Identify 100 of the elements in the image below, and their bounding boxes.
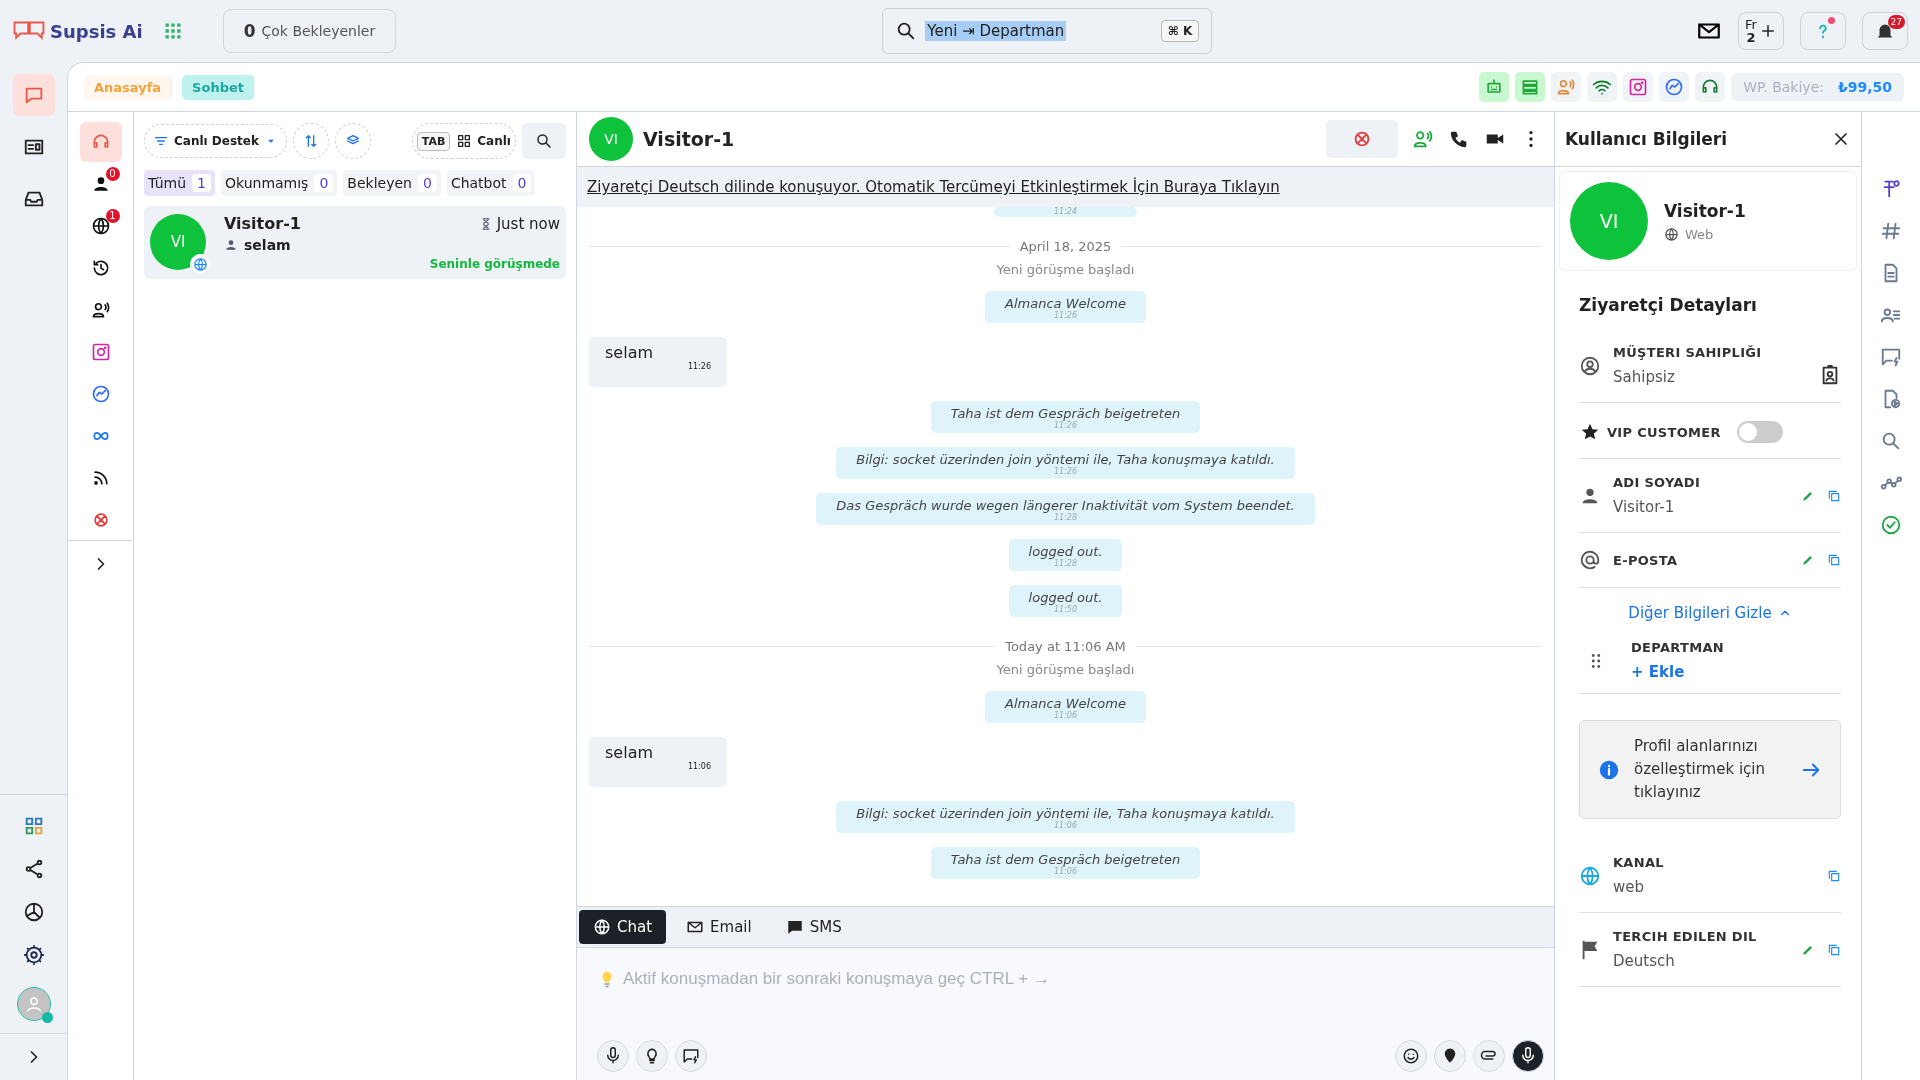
customize-profile-card[interactable]: Profil alanlarınızı özelleştirmek için tıklayınız [1579, 720, 1841, 819]
help-button[interactable] [1800, 12, 1846, 50]
toggle-switch[interactable] [1736, 421, 1783, 443]
system-note: Yeni görüşme başladı [996, 662, 1135, 677]
section-title: Ziyaretçi Detayları [1579, 295, 1758, 315]
voice-button[interactable] [597, 1040, 629, 1072]
search-button[interactable] [522, 123, 566, 159]
quick-reply-button[interactable] [675, 1040, 707, 1072]
search-field[interactable]: Yeni ⇥ Departman ⌘ K [882, 8, 1213, 54]
emoji-button[interactable] [1395, 1040, 1427, 1072]
field-value: Visitor-1 [1613, 498, 1676, 516]
chat-bolt-icon [682, 1047, 700, 1065]
tab-key-badge: TAB [416, 131, 451, 151]
settings-icon[interactable] [22, 944, 45, 966]
copy-icon[interactable] [1827, 942, 1841, 957]
suggestion-button[interactable] [636, 1040, 668, 1072]
notifications-button[interactable]: 27 [1862, 12, 1908, 50]
copy-icon[interactable] [1827, 868, 1841, 883]
instagram-icon [90, 342, 111, 362]
headset-button[interactable] [79, 122, 122, 162]
info-text: Profil alanlarınızı özelleştirmek için tıklayınız [1634, 736, 1766, 803]
hash-icon[interactable] [1880, 220, 1902, 242]
field-value: Deutsch [1613, 952, 1676, 970]
system-message: Das Gespräch wurde wegen längerer Inaktivität vom System beendet. 11:28 [816, 493, 1315, 525]
add-link[interactable]: + Ekle [1631, 663, 1841, 681]
search-icon[interactable] [1880, 430, 1902, 452]
date-divider: April 18, 2025 [1019, 239, 1112, 254]
count-badge: 0 [105, 167, 120, 181]
channel-tab[interactable]: Chat [579, 910, 667, 944]
field-value: web [1613, 878, 1646, 896]
person-icon [224, 238, 238, 252]
filter-tab[interactable]: Okunmamış 0 [220, 170, 338, 196]
instagram-icon[interactable] [1628, 77, 1649, 97]
date-divider: Today at 11:06 AM [1005, 639, 1126, 654]
attach-button[interactable] [1473, 1040, 1505, 1072]
channel-label: Web [1685, 226, 1714, 242]
globe-icon [90, 216, 111, 236]
globe-icon [192, 256, 208, 272]
filter-tab[interactable]: Tümü 1 [144, 170, 215, 196]
panel-title: Kullanıcı Bilgileri [1565, 129, 1728, 149]
filter-tab[interactable]: Bekleyen 0 [343, 170, 441, 196]
pie-chart-icon[interactable] [22, 901, 45, 923]
avatar: VI [589, 117, 633, 161]
channel-tab[interactable]: SMS [771, 910, 856, 944]
contact-name: Visitor-1 [643, 128, 735, 150]
system-message: Almanca Welcome 11:26 [985, 291, 1146, 323]
chat-bubble-button[interactable] [12, 74, 55, 116]
integration-button[interactable] [1326, 120, 1398, 158]
system-message: Bilgi: socket üzerinden join yöntemi ile, Taha konuşmaya katıldı. 11:26 [836, 447, 1295, 479]
field-value: Sahipsiz [1613, 368, 1676, 386]
translate-link[interactable]: Ziyaretçi Deutsch dilinde konuşuyor. Otomatik Tercümeyi Etkinleştirmek İçin Buraya Tıklayın [577, 167, 1554, 207]
field-label: DEPARTMAN [1631, 640, 1725, 655]
globe-button[interactable]: 1 [79, 206, 122, 246]
message-bubble: selam 11:06 [589, 737, 727, 787]
message-bubble: selam 11:26 [589, 337, 727, 387]
message-preview: selam [244, 237, 291, 253]
globe-icon [1579, 864, 1601, 887]
notification-dot [1828, 17, 1835, 24]
grid-icon [456, 133, 473, 149]
list-icon[interactable] [1520, 77, 1541, 97]
count-badge: 1 [105, 209, 120, 223]
at-sign-icon [1579, 549, 1601, 571]
waiting-button[interactable]: 0 Çok Bekleyenler [222, 9, 397, 53]
status-label: Seninle görüşmede [428, 257, 560, 271]
edit-icon[interactable] [1801, 553, 1815, 567]
visitor-name: Visitor-1 [1664, 200, 1746, 221]
conversation-item[interactable]: VI Visitor-1 Just now selam Seninle görüşmede [144, 206, 566, 279]
person-voice-icon[interactable] [1556, 77, 1577, 97]
system-message: Taha ist dem Gespräch beigetreten 11:26 [930, 401, 1201, 433]
field-label: TERCIH EDILEN DIL [1613, 929, 1758, 944]
brand-name: Supsis Ai [50, 20, 143, 42]
message-input[interactable]: Aktif konuşmadan bir sonraki konuşmaya geç CTRL + → [621, 968, 1544, 990]
channel-tab[interactable]: Email [672, 910, 766, 944]
field-label: KANAL [1613, 855, 1665, 870]
messenger-icon[interactable] [1664, 77, 1685, 97]
user-add-button[interactable]: 0 [79, 164, 122, 204]
copy-icon[interactable] [1827, 488, 1841, 503]
globe-icon [1664, 226, 1679, 242]
person-voice-icon [90, 300, 111, 320]
system-message: logged out. 11:50 [1008, 585, 1123, 617]
globe-icon [593, 918, 611, 936]
system-message: 11:24 [993, 207, 1138, 217]
system-message: logged out. 11:28 [1008, 539, 1123, 571]
microphone-icon [604, 1047, 622, 1065]
person-voice-icon[interactable] [1412, 128, 1434, 150]
user-avatar[interactable] [16, 987, 51, 1021]
location-button[interactable] [1434, 1040, 1466, 1072]
copy-icon[interactable] [1827, 553, 1841, 567]
emoji-icon [1402, 1047, 1420, 1065]
balance-display: WP. Bakiye: ₺99,50 [1731, 73, 1904, 101]
field-label: E-POSTA [1613, 552, 1679, 568]
chat-bolt-icon[interactable] [1880, 346, 1902, 368]
toggle-details-link[interactable]: Diğer Bilgileri Gizle [1628, 588, 1792, 630]
filter-tab[interactable]: Chatbot 0 [446, 170, 536, 196]
microphone-icon [1519, 1047, 1537, 1065]
language-button[interactable]: Fr 2 [1738, 12, 1784, 50]
avatar: VI [1570, 182, 1648, 260]
view-toggle[interactable]: Canlı [456, 133, 511, 149]
record-button[interactable] [1512, 1040, 1544, 1072]
system-message: Almanca Welcome 11:06 [985, 691, 1146, 723]
